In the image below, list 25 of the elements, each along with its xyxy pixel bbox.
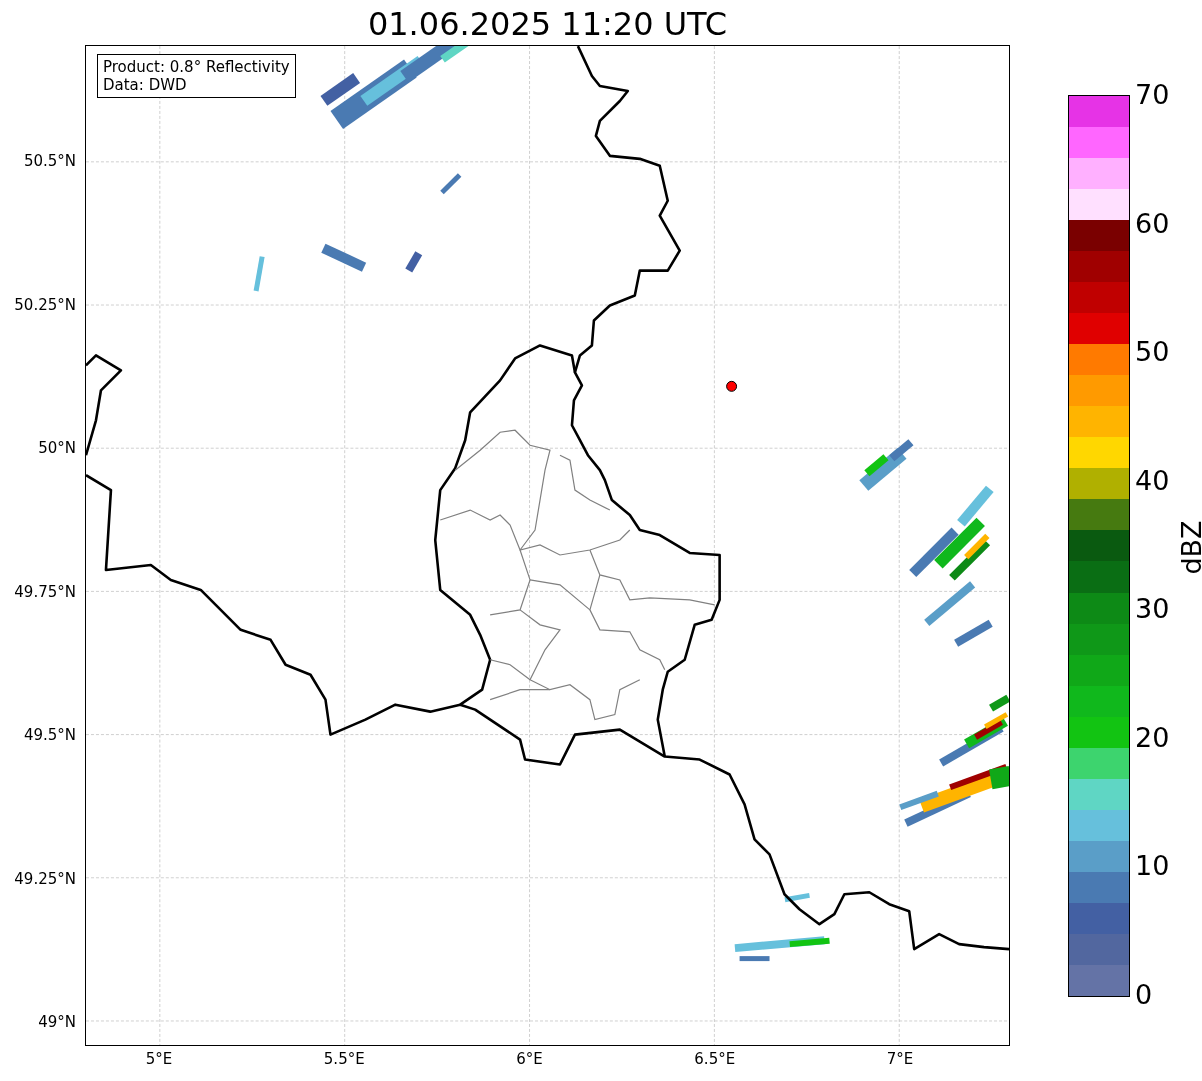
x-tick-label: 5°E xyxy=(145,1050,173,1068)
y-tick-label: 49.5°N xyxy=(23,726,76,744)
colorbar-tick-label: 40 xyxy=(1135,465,1170,496)
colorbar-tick-label: 70 xyxy=(1135,80,1170,110)
x-tick-label: 6°E xyxy=(516,1050,543,1068)
y-tick-label: 49.25°N xyxy=(14,869,76,888)
colorbar-label: dBZ xyxy=(1175,520,1202,575)
x-tick-label: 5.5°E xyxy=(323,1050,365,1068)
info-text: Product: 0.8° Reflectivity xyxy=(103,58,290,76)
colorbar-tick-label: 50 xyxy=(1135,337,1170,368)
radar-site-marker xyxy=(726,380,738,392)
colorbar-tick-label: 20 xyxy=(1135,722,1170,753)
chart-title: 01.06.2025 11:20 UTC xyxy=(366,5,729,43)
info-text: Data: DWD xyxy=(103,76,188,94)
y-tick-label: 50.5°N xyxy=(23,152,76,170)
y-tick-label: 49.75°N xyxy=(14,582,76,601)
colorbar-tick-label: 10 xyxy=(1135,851,1170,882)
colorbar-tick-label: 0 xyxy=(1135,980,1153,1010)
x-tick-label: 6.5°E xyxy=(694,1050,736,1068)
y-tick-label: 50.25°N xyxy=(14,295,76,314)
colorbar-tick-label: 30 xyxy=(1135,594,1170,625)
colorbar-tick-label: 60 xyxy=(1135,208,1170,239)
x-tick-label: 7°E xyxy=(886,1050,914,1068)
y-tick-label: 50°N xyxy=(38,439,76,457)
y-tick-label: 49°N xyxy=(38,1013,76,1031)
